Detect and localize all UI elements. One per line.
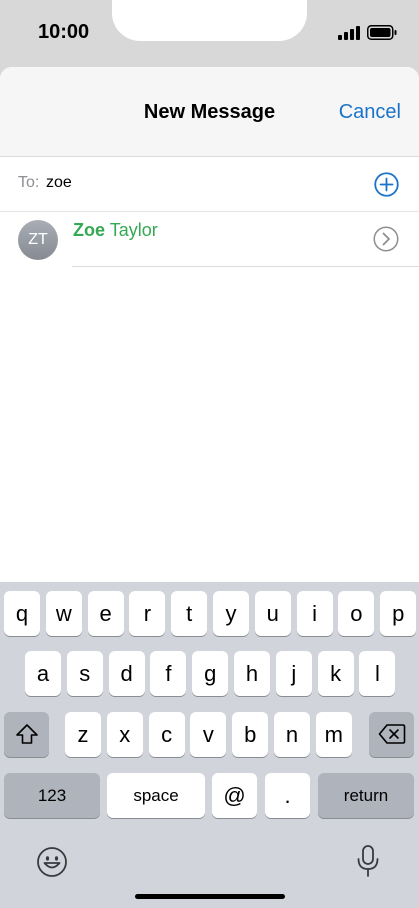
shift-key[interactable]	[4, 712, 49, 757]
key-o[interactable]: o	[338, 591, 375, 636]
chevron-right-circle-icon[interactable]	[373, 226, 399, 252]
emoji-icon[interactable]	[36, 846, 68, 878]
key-l[interactable]: l	[359, 651, 396, 696]
recipient-field[interactable]: To: zoe	[0, 157, 419, 212]
delete-key[interactable]	[369, 712, 414, 757]
key-z[interactable]: z	[65, 712, 101, 757]
key-v[interactable]: v	[190, 712, 227, 757]
battery-icon	[367, 25, 397, 40]
contact-first-name: Zoe	[73, 220, 106, 240]
contact-suggestion[interactable]: ZT Zoe Taylor	[0, 212, 419, 268]
key-y[interactable]: y	[213, 591, 249, 636]
contact-divider	[72, 266, 419, 267]
key-r[interactable]: r	[129, 591, 166, 636]
backspace-icon	[378, 724, 405, 744]
keyboard: qwertyuiop asdfghjkl zxcvbnm 123 space @…	[0, 582, 419, 908]
key-g[interactable]: g	[192, 651, 229, 696]
numbers-key[interactable]: 123	[4, 773, 100, 818]
key-j[interactable]: j	[275, 651, 312, 696]
key-a[interactable]: a	[25, 651, 61, 696]
contact-name: Zoe Taylor	[73, 220, 158, 241]
key-m[interactable]: m	[315, 712, 352, 757]
home-indicator[interactable]	[135, 894, 285, 899]
dot-key[interactable]: .	[265, 773, 310, 818]
contact-last-name: Taylor	[109, 220, 158, 240]
key-k[interactable]: k	[317, 651, 354, 696]
recipient-input[interactable]: zoe	[46, 174, 72, 192]
sheet-header: New Message Cancel	[0, 67, 419, 157]
key-s[interactable]: s	[66, 651, 103, 696]
plus-circle-icon[interactable]	[374, 172, 399, 197]
key-c[interactable]: c	[148, 712, 185, 757]
avatar: ZT	[18, 220, 58, 260]
key-n[interactable]: n	[274, 712, 310, 757]
key-x[interactable]: x	[106, 712, 143, 757]
microphone-icon[interactable]	[355, 844, 381, 878]
to-label: To:	[18, 174, 40, 191]
at-key[interactable]: @	[212, 773, 257, 818]
key-p[interactable]: p	[380, 591, 417, 636]
return-key[interactable]: return	[318, 773, 414, 818]
cancel-button[interactable]: Cancel	[339, 101, 401, 124]
signal-icon	[338, 26, 360, 40]
key-d[interactable]: d	[108, 651, 145, 696]
space-key[interactable]: space	[107, 773, 205, 818]
status-time: 10:00	[38, 21, 90, 43]
key-b[interactable]: b	[232, 712, 269, 757]
notch	[112, 0, 307, 41]
key-q[interactable]: q	[4, 591, 40, 636]
key-w[interactable]: w	[45, 591, 82, 636]
key-h[interactable]: h	[234, 651, 270, 696]
shift-icon	[15, 724, 38, 744]
key-t[interactable]: t	[171, 591, 208, 636]
key-i[interactable]: i	[296, 591, 333, 636]
key-f[interactable]: f	[150, 651, 187, 696]
phone-screen: 10:00 New Message Cancel To: zoe ZT Zoe …	[0, 0, 419, 908]
key-e[interactable]: e	[87, 591, 124, 636]
key-u[interactable]: u	[254, 591, 291, 636]
